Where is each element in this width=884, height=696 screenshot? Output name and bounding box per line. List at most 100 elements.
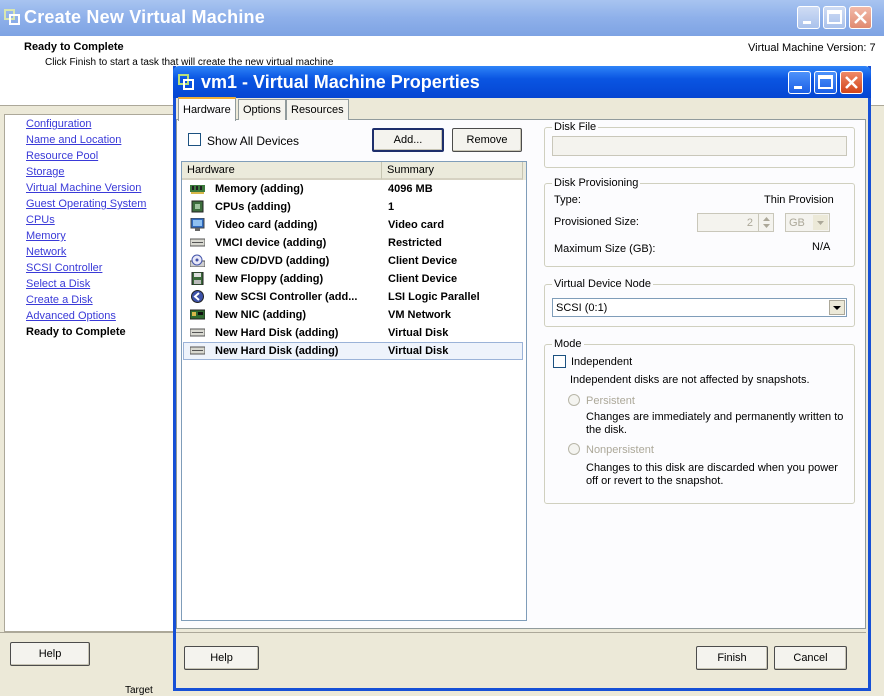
vm-version-label: Virtual Machine Version: 7	[748, 42, 876, 54]
nav-storage[interactable]: Storage	[26, 166, 65, 178]
hardware-row-cd-dvd[interactable]: New CD/DVD (adding) Client Device	[183, 252, 523, 270]
nonpersistent-description-2: off or revert to the snapshot.	[586, 475, 724, 487]
hardware-summary: LSI Logic Parallel	[388, 291, 480, 303]
independent-checkbox[interactable]	[553, 355, 566, 368]
persistent-radio[interactable]	[568, 394, 580, 406]
hardware-row-video-card[interactable]: Video card (adding) Video card	[183, 216, 523, 234]
footer-divider	[0, 632, 176, 633]
cpu-icon	[191, 200, 204, 213]
disk-icon	[190, 328, 205, 337]
nav-name-location[interactable]: Name and Location	[26, 134, 121, 146]
size-unit-select[interactable]: GB	[785, 213, 830, 232]
show-all-devices-label: Show All Devices	[207, 134, 300, 148]
max-size-value: N/A	[812, 241, 831, 253]
nav-guest-os[interactable]: Guest Operating System	[26, 198, 146, 210]
finish-button[interactable]: Finish	[696, 646, 768, 670]
size-unit-value: GB	[789, 217, 805, 229]
column-header-hardware[interactable]: Hardware	[182, 162, 382, 180]
column-header-summary[interactable]: Summary	[382, 162, 523, 180]
persistent-description-1: Changes are immediately and permanently …	[586, 411, 844, 423]
nav-scsi-controller[interactable]: SCSI Controller	[26, 262, 102, 274]
tab-hardware[interactable]: Hardware	[178, 97, 236, 121]
dialog-maximize-button[interactable]	[814, 71, 837, 94]
disk-icon	[190, 346, 205, 355]
target-label: Target	[125, 686, 153, 696]
hardware-row-cpus[interactable]: CPUs (adding) 1	[183, 198, 523, 216]
hardware-name: New SCSI Controller (add...	[215, 291, 358, 303]
nav-network[interactable]: Network	[26, 246, 66, 258]
page-heading: Ready to Complete	[24, 41, 124, 53]
hardware-summary: Client Device	[388, 273, 458, 285]
outer-minimize-button[interactable]	[797, 6, 820, 29]
persistent-label: Persistent	[586, 395, 635, 407]
add-button[interactable]: Add...	[372, 128, 444, 152]
hardware-summary: VM Network	[388, 309, 451, 321]
hardware-row-hard-disk[interactable]: New Hard Disk (adding) Virtual Disk	[183, 324, 523, 342]
vsphere-logo-icon	[178, 74, 194, 90]
disk-file-field[interactable]	[552, 136, 847, 156]
hardware-row-vmci[interactable]: VMCI device (adding) Restricted	[183, 234, 523, 252]
dialog-minimize-button[interactable]	[788, 71, 811, 94]
hardware-name: New CD/DVD (adding)	[215, 255, 330, 267]
hardware-name: New Floppy (adding)	[215, 273, 324, 285]
cd-icon	[190, 254, 205, 267]
provisioned-size-label: Provisioned Size:	[554, 216, 639, 228]
hardware-summary: Video card	[388, 219, 445, 231]
outer-window-title: Create New Virtual Machine	[24, 7, 265, 27]
hardware-row-floppy[interactable]: New Floppy (adding) Client Device	[183, 270, 523, 288]
nav-create-disk[interactable]: Create a Disk	[26, 294, 93, 306]
max-size-label: Maximum Size (GB):	[554, 243, 656, 255]
nav-resource-pool[interactable]: Resource Pool	[26, 150, 98, 162]
nav-advanced-options[interactable]: Advanced Options	[26, 310, 116, 322]
show-all-devices-checkbox[interactable]	[188, 133, 201, 146]
hardware-name: Memory (adding)	[215, 183, 304, 195]
dialog-close-button[interactable]	[840, 71, 863, 94]
nav-configuration[interactable]: Configuration	[26, 118, 91, 130]
remove-button[interactable]: Remove	[452, 128, 522, 152]
vdn-select[interactable]: SCSI (0:1)	[552, 298, 847, 317]
hardware-row-nic[interactable]: New NIC (adding) VM Network	[183, 306, 523, 324]
hardware-name: New Hard Disk (adding)	[215, 345, 339, 357]
type-label: Type:	[554, 194, 581, 206]
nav-memory[interactable]: Memory	[26, 230, 66, 242]
hardware-summary: Restricted	[388, 237, 442, 249]
dialog-titlebar: vm1 - Virtual Machine Properties	[173, 66, 871, 98]
hardware-summary: Client Device	[388, 255, 458, 267]
persistent-description-2: the disk.	[586, 424, 627, 436]
disk-provisioning-group-title: Disk Provisioning	[552, 177, 641, 189]
hardware-name: New Hard Disk (adding)	[215, 327, 339, 339]
stepper-arrows-icon[interactable]	[758, 214, 773, 231]
nonpersistent-label: Nonpersistent	[586, 444, 654, 456]
hardware-name: CPUs (adding)	[215, 201, 291, 213]
outer-maximize-button[interactable]	[823, 6, 846, 29]
nav-select-disk[interactable]: Select a Disk	[26, 278, 90, 290]
hardware-row-memory[interactable]: Memory (adding) 4096 MB	[183, 180, 523, 198]
chevron-down-icon[interactable]	[829, 300, 845, 315]
nav-cpus[interactable]: CPUs	[26, 214, 55, 226]
hardware-summary: 1	[388, 201, 395, 213]
hardware-summary: Virtual Disk	[388, 327, 449, 339]
hardware-row-hard-disk-selected[interactable]: New Hard Disk (adding) Virtual Disk	[183, 342, 523, 360]
dialog-help-button[interactable]: Help	[184, 646, 259, 670]
type-value: Thin Provision	[764, 194, 834, 206]
wizard-steps: Configuration Name and Location Resource…	[4, 114, 174, 632]
hardware-row-scsi-controller[interactable]: New SCSI Controller (add... LSI Logic Pa…	[183, 288, 523, 306]
nonpersistent-radio[interactable]	[568, 443, 580, 455]
memory-icon	[190, 185, 205, 194]
independent-label: Independent	[571, 356, 633, 368]
hardware-summary: 4096 MB	[388, 183, 433, 195]
chevron-down-icon	[813, 215, 828, 230]
tab-resources[interactable]: Resources	[286, 99, 349, 120]
outer-help-button[interactable]: Help	[10, 642, 90, 666]
independent-description: Independent disks are not affected by sn…	[570, 374, 810, 386]
nav-vm-version[interactable]: Virtual Machine Version	[26, 182, 141, 194]
outer-titlebar: Create New Virtual Machine	[0, 0, 884, 36]
hardware-name: VMCI device (adding)	[215, 237, 327, 249]
tab-options[interactable]: Options	[238, 99, 286, 120]
floppy-icon	[191, 272, 204, 285]
vdn-group-title: Virtual Device Node	[552, 278, 654, 290]
mode-group-title: Mode	[552, 338, 584, 350]
cancel-button[interactable]: Cancel	[774, 646, 847, 670]
outer-close-button[interactable]	[849, 6, 872, 29]
provisioned-size-stepper[interactable]: 2	[697, 213, 774, 232]
